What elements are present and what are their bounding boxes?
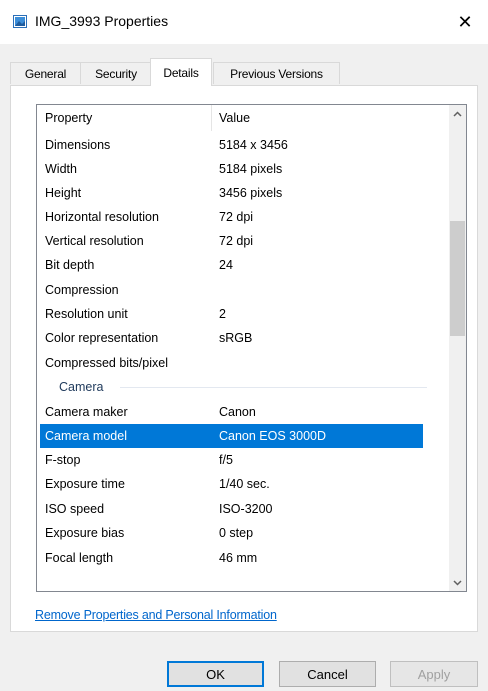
cancel-button[interactable]: Cancel — [279, 661, 376, 687]
property-value: 24 — [219, 258, 233, 272]
property-name: Color representation — [45, 331, 159, 345]
list-item[interactable]: Color representation sRGB — [37, 326, 431, 350]
list-item-selected[interactable]: Camera model Canon EOS 3000D — [40, 424, 423, 448]
list-item[interactable]: Width 5184 pixels — [37, 157, 431, 181]
scroll-thumb[interactable] — [450, 221, 465, 336]
close-icon: ✕ — [457, 11, 473, 32]
property-name: Vertical resolution — [45, 234, 144, 248]
image-file-icon — [13, 15, 27, 28]
list-header: Property Value — [37, 105, 466, 131]
list-item[interactable]: Horizontal resolution 72 dpi — [37, 205, 431, 229]
property-value: sRGB — [219, 331, 253, 345]
property-value: 46 mm — [219, 551, 258, 565]
title-bar: IMG_3993 Properties ✕ — [0, 0, 488, 44]
property-name: ISO speed — [45, 502, 105, 516]
window-title: IMG_3993 Properties — [35, 13, 169, 29]
ok-button[interactable]: OK — [167, 661, 264, 687]
property-name: Exposure bias — [45, 526, 125, 540]
tab-security[interactable]: Security — [80, 62, 152, 84]
column-header-property[interactable]: Property — [45, 111, 92, 125]
property-value: 72 dpi — [219, 210, 254, 224]
tab-details[interactable]: Details — [150, 58, 212, 86]
list-item[interactable]: Exposure time 1/40 sec. — [37, 472, 431, 496]
list-item[interactable]: Exposure bias 0 step — [37, 521, 431, 545]
property-name: F-stop — [45, 453, 81, 467]
list-item[interactable]: Focal length 46 mm — [37, 546, 431, 570]
property-value: ISO-3200 — [219, 502, 273, 516]
list-item[interactable]: Resolution unit 2 — [37, 302, 431, 326]
remove-properties-link[interactable]: Remove Properties and Personal Informati… — [35, 608, 277, 622]
property-name: Bit depth — [45, 258, 95, 272]
tab-general[interactable]: General — [10, 62, 81, 84]
list-item[interactable]: Compressed bits/pixel — [37, 351, 431, 375]
group-header-camera[interactable]: Camera — [37, 375, 431, 399]
apply-button[interactable]: Apply — [390, 661, 478, 687]
property-value: 5184 x 3456 — [219, 138, 288, 152]
property-name: Exposure time — [45, 477, 125, 491]
property-name: Camera model — [45, 429, 127, 443]
list-item[interactable]: Bit depth 24 — [37, 253, 431, 277]
group-label: Camera — [59, 380, 104, 394]
group-divider — [120, 387, 427, 388]
property-value: 1/40 sec. — [219, 477, 270, 491]
property-name: Compression — [45, 283, 119, 297]
list-item[interactable]: Camera maker Canon — [37, 400, 431, 424]
property-value: Canon EOS 3000D — [219, 429, 327, 443]
property-value: 0 step — [219, 526, 254, 540]
list-item[interactable]: Vertical resolution 72 dpi — [37, 229, 431, 253]
property-name: Compressed bits/pixel — [45, 356, 168, 370]
property-value: f/5 — [219, 453, 233, 467]
property-name: Camera maker — [45, 405, 128, 419]
tab-strip: General Security Details Previous Versio… — [10, 58, 480, 86]
property-name: Resolution unit — [45, 307, 128, 321]
close-button[interactable]: ✕ — [442, 0, 488, 44]
property-name: Width — [45, 162, 77, 176]
list-item[interactable]: F-stop f/5 — [37, 448, 431, 472]
property-name: Horizontal resolution — [45, 210, 159, 224]
list-item[interactable]: Compression — [37, 278, 431, 302]
tab-previous-versions[interactable]: Previous Versions — [213, 62, 340, 84]
property-name: Focal length — [45, 551, 114, 565]
column-divider[interactable] — [211, 105, 212, 131]
chevron-down-icon — [453, 579, 462, 586]
list-item[interactable]: ISO speed ISO-3200 — [37, 497, 431, 521]
property-name: Height — [45, 186, 82, 200]
property-value: 72 dpi — [219, 234, 254, 248]
property-value: 5184 pixels — [219, 162, 283, 176]
scroll-down-button[interactable] — [449, 574, 466, 591]
property-value: 3456 pixels — [219, 186, 283, 200]
column-header-value[interactable]: Value — [219, 111, 250, 125]
properties-list[interactable]: Property Value Dimensions 5184 x 3456 Wi… — [36, 104, 467, 592]
vertical-scrollbar[interactable] — [449, 105, 466, 591]
property-name: Dimensions — [45, 138, 111, 152]
chevron-up-icon — [453, 110, 462, 117]
list-item[interactable]: Dimensions 5184 x 3456 — [37, 133, 431, 157]
scroll-up-button[interactable] — [449, 105, 466, 122]
list-item[interactable]: Height 3456 pixels — [37, 181, 431, 205]
property-value: 2 — [219, 307, 226, 321]
property-value: Canon — [219, 405, 256, 419]
